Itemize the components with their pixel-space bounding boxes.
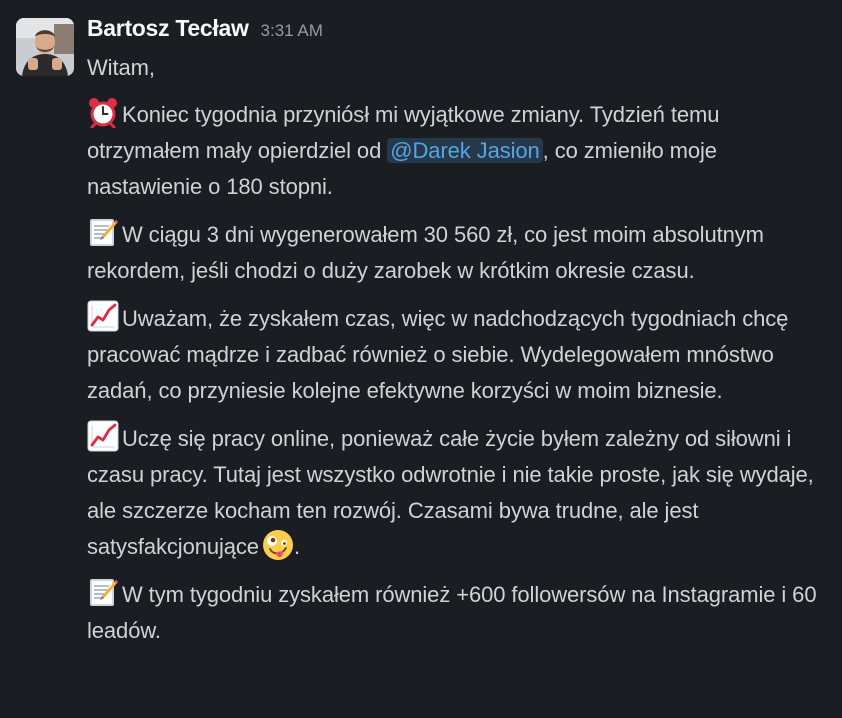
message-paragraph: Koniec tygodnia przyniósł mi wyjątkowe z…	[87, 96, 832, 205]
message-paragraph: Uważam, że zyskałem czas, więc w nadchod…	[87, 300, 832, 409]
message-paragraph: W tym tygodniu zyskałem również +600 fol…	[87, 576, 832, 649]
user-mention-link[interactable]: @Darek Jasion	[387, 138, 543, 163]
greeting-text: Witam,	[87, 55, 155, 80]
paragraph-text: W tym tygodniu zyskałem również +600 fol…	[87, 582, 817, 643]
chat-message: Bartosz Tecław 3:31 AM Witam, Koniec tyg…	[0, 0, 842, 718]
chart-increasing-emoji	[87, 300, 119, 332]
message-body: Witam, Koniec tygodnia przyniósł mi wyją…	[87, 50, 832, 649]
sender-name[interactable]: Bartosz Tecław	[87, 15, 249, 42]
paragraph-text: W ciągu 3 dni wygenerowałem 30 560 zł, c…	[87, 222, 764, 283]
message-timestamp[interactable]: 3:31 AM	[261, 21, 323, 41]
avatar[interactable]	[16, 18, 74, 76]
paragraph-text: Uczę się pracy online, ponieważ całe życ…	[87, 426, 814, 559]
paragraph-text: .	[293, 534, 300, 559]
message-paragraph: W ciągu 3 dni wygenerowałem 30 560 zł, c…	[87, 216, 832, 289]
chart-increasing-emoji	[87, 420, 119, 452]
alarm-clock-emoji	[87, 96, 119, 128]
zany-face-emoji	[262, 529, 294, 561]
memo-emoji	[87, 216, 119, 248]
message-header: Bartosz Tecław 3:31 AM	[87, 15, 323, 45]
memo-emoji	[87, 576, 119, 608]
message-paragraph: Uczę się pracy online, ponieważ całe życ…	[87, 420, 832, 565]
paragraph-text: Uważam, że zyskałem czas, więc w nadchod…	[87, 306, 789, 403]
